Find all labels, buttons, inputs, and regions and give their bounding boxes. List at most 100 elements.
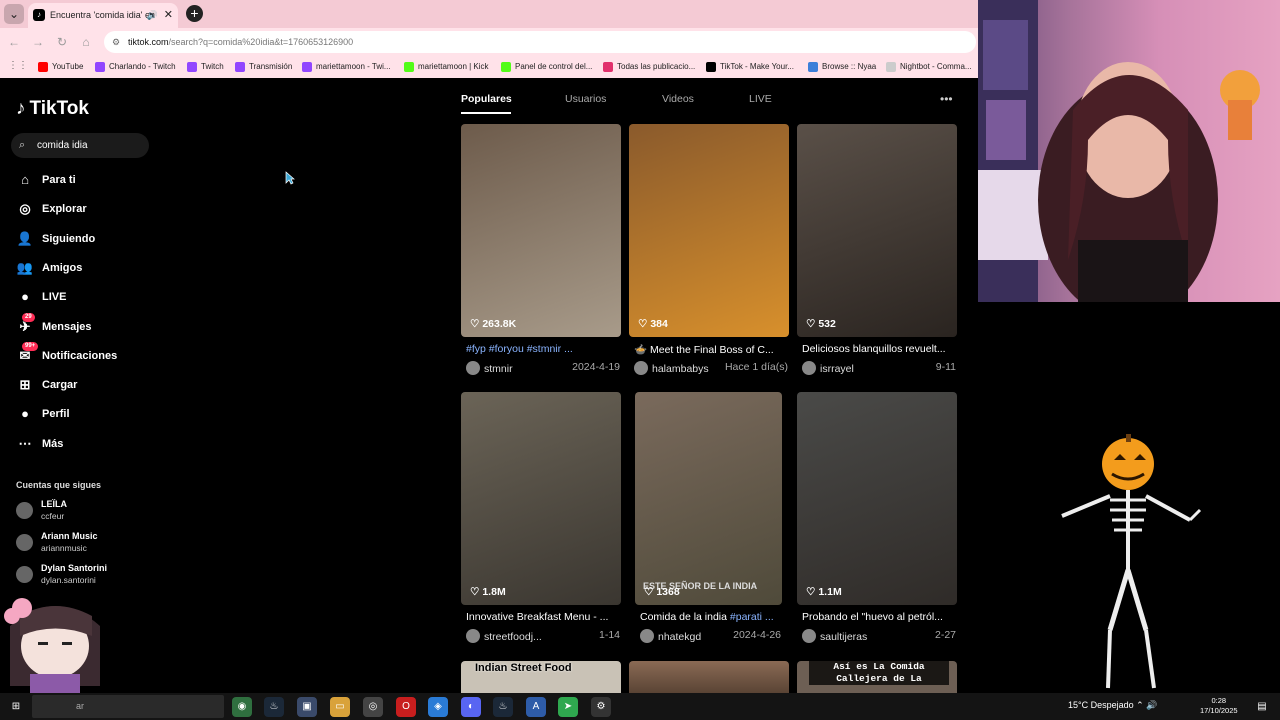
speaker-icon[interactable]: 🔊 [147, 3, 158, 28]
video-thumbnail[interactable]: ♡ 263.8K [461, 124, 621, 337]
video-card[interactable]: ♡ 1.8M Innovative Breakfast Menu - ... str… [461, 392, 621, 646]
site-info-icon[interactable]: ⚙ [112, 31, 120, 53]
tiktok-logo[interactable]: ♪ TikTok [16, 98, 89, 120]
bookmark-item[interactable]: Todas las publicacio... [603, 60, 695, 74]
video-card[interactable]: ♡ 1.1M Probando el "huevo al petról... sau… [797, 392, 957, 646]
caption-hashtags[interactable]: #parati ... [730, 611, 774, 623]
video-caption[interactable]: #fyp #foryou #stmnir ... [466, 343, 620, 355]
back-icon[interactable]: ← [6, 34, 22, 50]
sidebar-item-perfil[interactable]: ● Perfil [16, 404, 69, 424]
sidebar-item-cargar[interactable]: ⊞ Cargar [16, 375, 78, 395]
close-tab-icon[interactable]: ✕ [164, 3, 173, 28]
video-caption[interactable]: Innovative Breakfast Menu - ... [466, 611, 620, 623]
app-icon[interactable]: ➤ [558, 697, 578, 717]
tab-live[interactable]: LIVE [749, 93, 772, 105]
apps-grid-icon[interactable]: ⋮⋮ [8, 61, 28, 71]
bookmark-item[interactable]: mariettamoon - Twi... [302, 60, 391, 74]
bookmark-item[interactable]: YouTube [38, 60, 83, 74]
sidebar-item-amigos[interactable]: 👥 Amigos [16, 258, 82, 278]
video-author[interactable]: stmnir [484, 363, 513, 375]
forward-icon[interactable]: → [30, 34, 46, 50]
video-card[interactable]: ♡ 532 Deliciosos blanquillos revuelt... is… [797, 124, 957, 378]
settings-icon[interactable]: ⚙ [591, 697, 611, 717]
taskbar-search-input[interactable]: ar [32, 695, 224, 718]
video-author[interactable]: saultijeras [820, 631, 867, 643]
tab-usuarios[interactable]: Usuarios [565, 93, 606, 105]
system-clock[interactable]: 0:28 17/10/2025 [1200, 696, 1238, 716]
caption-hashtags[interactable]: #fyp #foryou #stmnir ... [466, 343, 573, 355]
video-card-partial[interactable]: Indian Street Food [461, 661, 621, 693]
steam-icon[interactable]: ♨ [493, 697, 513, 717]
discord-icon[interactable]: ◐ [461, 697, 481, 717]
bookmark-item[interactable]: mariettamoon | Kick [404, 60, 489, 74]
avatar[interactable] [802, 361, 816, 375]
more-options-icon[interactable]: ••• [940, 92, 953, 106]
search-input[interactable]: ⌕ comida idia [11, 133, 149, 158]
tab-search-button[interactable]: ⌄ [4, 4, 24, 24]
bookmark-item[interactable]: Charlando - Twitch [95, 60, 176, 74]
browser-tab[interactable]: ♪ Encuentra 'comida idia' en 🔊 ✕ [28, 3, 178, 28]
opera-icon[interactable]: O [396, 697, 416, 717]
profile-icon: ● [21, 406, 29, 422]
avatar[interactable] [634, 361, 648, 375]
reload-icon[interactable]: ↻ [54, 34, 70, 50]
video-card-partial[interactable]: Así es La Comida Callejera de La [797, 661, 957, 693]
sidebar-item-siguiendo[interactable]: 👤 Siguiendo [16, 229, 95, 249]
chrome-icon[interactable]: ◉ [232, 697, 252, 717]
obs-icon[interactable]: ◎ [363, 697, 383, 717]
avatar[interactable] [466, 361, 480, 375]
video-thumbnail[interactable]: ♡ 384 [629, 124, 789, 337]
avatar[interactable] [802, 629, 816, 643]
weather-widget[interactable]: 15°C Despejado ⌃ 🔊 [1068, 700, 1157, 711]
video-thumbnail[interactable]: ESTE SEÑOR DE LA INDIA ♡ 1368 [635, 392, 782, 605]
app-icon[interactable]: ▣ [297, 697, 317, 717]
bookmark-label: Charlando - Twitch [109, 62, 176, 71]
bookmark-item[interactable]: Panel de control del... [501, 60, 592, 74]
video-caption[interactable]: Comida de la india #parati ... [640, 611, 781, 623]
sidebar-item-más[interactable]: ⋯ Más [16, 434, 64, 454]
avatar[interactable] [640, 629, 654, 643]
video-author[interactable]: halambabys [652, 363, 709, 375]
home-icon[interactable]: ⌂ [78, 34, 94, 50]
video-card[interactable]: ♡ 384 🍲 Meet the Final Boss of C... halamb… [629, 124, 789, 378]
bookmark-label: Nightbot - Comma... [900, 62, 972, 71]
video-thumbnail[interactable]: ♡ 532 [797, 124, 957, 337]
followed-account[interactable]: Dylan Santorini dylan.santorini [16, 562, 107, 588]
followed-account[interactable]: LEÏLA ccfeur [16, 498, 67, 524]
sidebar-item-mensajes[interactable]: ✈ Mensajes 29 [16, 312, 92, 337]
sidebar-item-notificaciones[interactable]: ✉ Notificaciones 99+ [16, 341, 117, 366]
bookmark-item[interactable]: Nightbot - Comma... [886, 60, 972, 74]
sidebar-item-live[interactable]: ● LIVE [16, 287, 66, 307]
notifications-tray-icon[interactable]: ▤ [1252, 697, 1272, 717]
video-thumbnail[interactable]: ♡ 1.1M [797, 392, 957, 605]
app-icon[interactable]: A [526, 697, 546, 717]
url-input[interactable]: ⚙ tiktok.com/search?q=comida%20idia&t=17… [104, 31, 976, 53]
sidebar-item-para-ti[interactable]: ⌂ Para ti [16, 170, 76, 190]
video-card-partial[interactable] [629, 661, 789, 693]
avatar[interactable] [466, 629, 480, 643]
video-caption[interactable]: Deliciosos blanquillos revuelt... [802, 343, 956, 355]
video-caption[interactable]: 🍲 Meet the Final Boss of C... [634, 343, 788, 356]
video-author[interactable]: isrrayel [820, 363, 854, 375]
bookmark-item[interactable]: Transmisión [235, 60, 292, 74]
followed-account[interactable]: Ariann Music ariannmusic [16, 530, 98, 556]
video-caption[interactable]: Probando el "huevo al petról... [802, 611, 956, 623]
video-thumbnail[interactable]: ♡ 1.8M [461, 392, 621, 605]
video-card[interactable]: ESTE SEÑOR DE LA INDIA ♡ 1368 Comida de la… [635, 392, 782, 646]
video-author[interactable]: streetfoodj... [484, 631, 542, 643]
steam-icon[interactable]: ♨ [264, 697, 284, 717]
file-explorer-icon[interactable]: ▭ [330, 697, 350, 717]
bookmark-item[interactable]: Twitch [187, 60, 224, 74]
sidebar-item-explorar[interactable]: ◎ Explorar [16, 199, 86, 219]
bookmark-item[interactable]: Browse :: Nyaa [808, 60, 876, 74]
new-tab-button[interactable]: + [186, 5, 203, 22]
tab-videos[interactable]: Videos [662, 93, 694, 105]
bookmark-label: Transmisión [249, 62, 293, 71]
video-author[interactable]: nhatekgd [658, 631, 701, 643]
app-icon[interactable]: ◈ [428, 697, 448, 717]
bookmark-label: Twitch [201, 62, 224, 71]
video-card[interactable]: ♡ 263.8K #fyp #foryou #stmnir ... stmnir 20… [461, 124, 621, 378]
tab-populares[interactable]: Populares [461, 93, 512, 105]
windows-start-icon[interactable]: ⊞ [6, 697, 26, 717]
bookmark-item[interactable]: TikTok - Make Your... [706, 60, 794, 74]
